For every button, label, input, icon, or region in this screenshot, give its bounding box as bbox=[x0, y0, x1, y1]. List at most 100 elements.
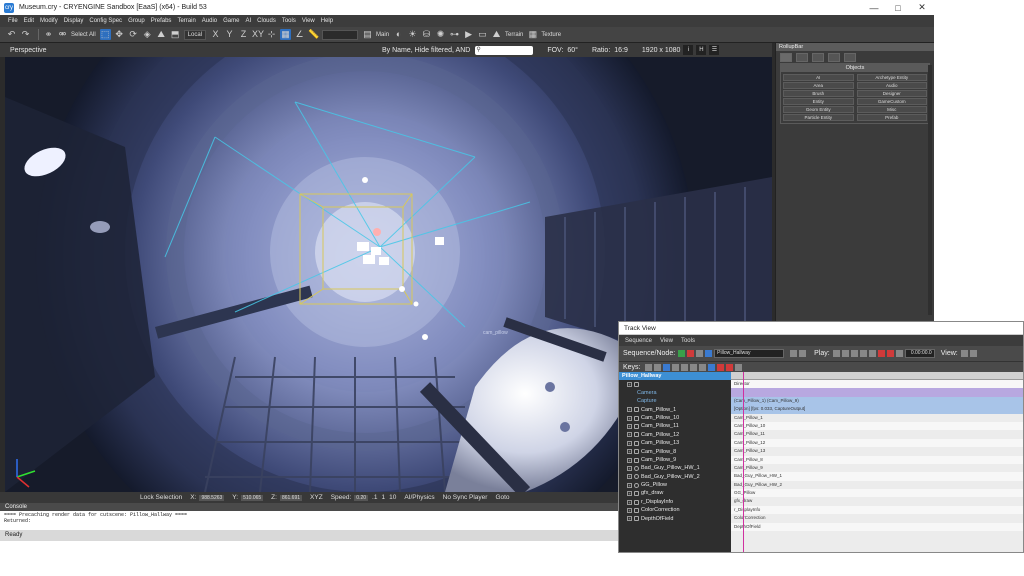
edit-sequence-icon[interactable] bbox=[696, 350, 704, 357]
track-row[interactable]: Bad_Guy_Pillow_HW_1 bbox=[731, 472, 1023, 481]
xyz-toggle[interactable]: XYZ bbox=[310, 494, 323, 501]
expand-icon[interactable]: + bbox=[627, 482, 632, 488]
tv-menu-sequence[interactable]: Sequence bbox=[625, 338, 652, 344]
particles-icon[interactable]: ✺ bbox=[435, 29, 446, 40]
menu-view[interactable]: View bbox=[302, 18, 315, 24]
tree-node[interactable]: + Cam_Pillow_11 bbox=[619, 422, 731, 430]
scale-keys-icon[interactable] bbox=[662, 363, 670, 371]
sequence-select[interactable]: Pillow_Hallway bbox=[714, 349, 785, 358]
menu-edit[interactable]: Edit bbox=[24, 18, 34, 24]
delete-key-icon[interactable] bbox=[680, 363, 688, 371]
track-row[interactable]: Cam_Pillow_12 bbox=[731, 438, 1023, 448]
select-all-label[interactable]: Select All bbox=[71, 32, 96, 38]
tree-node[interactable]: + r_DisplayInfo bbox=[619, 498, 731, 506]
tree-node[interactable]: Camera bbox=[619, 389, 731, 397]
ai-physics-button[interactable]: AI/Physics bbox=[404, 494, 434, 501]
view-curve-icon[interactable] bbox=[969, 350, 977, 357]
tick-icon[interactable] bbox=[725, 363, 733, 371]
layer-field[interactable] bbox=[322, 29, 359, 40]
resolution-value[interactable]: 1920 x 1080 bbox=[642, 47, 681, 54]
prefab-button[interactable]: Prefab bbox=[856, 114, 927, 121]
node-tree[interactable]: Pillow_Hallway + Camera Capture + Cam_Pillow_… bbox=[619, 372, 731, 552]
tree-node[interactable]: + Bad_Guy_Pillow_HW_1 bbox=[619, 464, 731, 472]
snap-icon[interactable]: ⊹ bbox=[266, 29, 277, 40]
audio-button[interactable]: Audio bbox=[856, 82, 927, 89]
snap-frame-icon[interactable] bbox=[716, 363, 724, 371]
terrain-icon[interactable]: ⛰ bbox=[491, 29, 502, 40]
select-tool-icon[interactable]: ⬚ bbox=[99, 29, 111, 40]
expand-icon[interactable]: + bbox=[627, 499, 632, 505]
objects-tab-icon[interactable] bbox=[780, 52, 792, 62]
expand-icon[interactable]: + bbox=[627, 424, 632, 430]
expand-icon[interactable]: + bbox=[627, 457, 632, 463]
menu-terrain[interactable]: Terrain bbox=[177, 18, 195, 24]
time-field[interactable]: 0.00:00.0 bbox=[904, 349, 935, 358]
grid-snap-icon[interactable]: ▦ bbox=[280, 29, 292, 40]
key-options-icon[interactable] bbox=[734, 363, 742, 371]
terrain-snap-icon[interactable]: ⛰ bbox=[156, 29, 167, 40]
menu-prefabs[interactable]: Prefabs bbox=[151, 18, 172, 24]
angle-snap-icon[interactable]: ∠ bbox=[294, 29, 305, 40]
lighting-icon[interactable]: ☀ bbox=[407, 29, 418, 40]
sequence-type-icon[interactable] bbox=[705, 350, 713, 357]
loop-icon[interactable] bbox=[895, 350, 903, 357]
material-icon[interactable]: ◐ bbox=[393, 29, 404, 40]
tree-node[interactable]: + Cam_Pillow_1 bbox=[619, 406, 731, 414]
objects-header[interactable]: Objects bbox=[781, 64, 929, 72]
fov-value[interactable]: 60° bbox=[567, 47, 578, 54]
tv-menu-tools[interactable]: Tools bbox=[681, 338, 695, 344]
modify-tab-icon[interactable] bbox=[796, 52, 808, 62]
coord-system-select[interactable]: Local bbox=[183, 29, 207, 40]
database-icon[interactable]: ⛁ bbox=[421, 29, 432, 40]
menu-group[interactable]: Group bbox=[128, 18, 145, 24]
console-icon[interactable]: ▭ bbox=[477, 29, 488, 40]
view-dopesheet-icon[interactable] bbox=[960, 350, 968, 357]
track-row[interactable]: [Option] [fps: 0.033, CaptureOutput] bbox=[731, 405, 1023, 414]
track-row[interactable]: GG_Pillow bbox=[731, 489, 1023, 498]
menu-clouds[interactable]: Clouds bbox=[257, 18, 276, 24]
add-node-icon[interactable] bbox=[790, 350, 798, 357]
viewport-search-input[interactable]: ⚲ bbox=[475, 45, 534, 55]
tree-node[interactable]: + Cam_Pillow_10 bbox=[619, 414, 731, 422]
slide-keys-icon[interactable] bbox=[653, 363, 661, 371]
track-row[interactable]: Director bbox=[731, 380, 1023, 389]
minimize-button[interactable]: — bbox=[862, 0, 886, 15]
menu-help[interactable]: Help bbox=[321, 18, 333, 24]
tv-menu-view[interactable]: View bbox=[660, 338, 673, 344]
scale-tool-icon[interactable]: ◈ bbox=[142, 29, 153, 40]
menu-ai[interactable]: AI bbox=[245, 18, 251, 24]
menu-audio[interactable]: Audio bbox=[202, 18, 217, 24]
menu-tools[interactable]: Tools bbox=[282, 18, 296, 24]
rotate-tool-icon[interactable]: ⟳ bbox=[128, 29, 139, 40]
ruler-icon[interactable]: 📏 bbox=[308, 29, 319, 40]
stop-icon[interactable] bbox=[859, 350, 867, 357]
tree-node[interactable]: + GG_Pillow bbox=[619, 481, 731, 489]
track-row[interactable]: gfx_draw bbox=[731, 497, 1023, 505]
speed-step-1[interactable]: 1 bbox=[381, 494, 385, 501]
no-sync-player-button[interactable]: No Sync Player bbox=[443, 494, 488, 501]
texture-icon[interactable]: ▦ bbox=[527, 29, 538, 40]
tree-node[interactable]: + Bad_Guy_Pillow_HW_2 bbox=[619, 473, 731, 481]
axis-z-button[interactable]: Z bbox=[238, 29, 249, 40]
snap-time-icon[interactable] bbox=[707, 363, 715, 371]
link-icon[interactable]: ⚭ bbox=[43, 29, 54, 40]
track-row[interactable]: ColorCorrection bbox=[731, 514, 1023, 522]
object-snap-icon[interactable]: ⬒ bbox=[170, 29, 181, 40]
flowgraph-icon[interactable]: ⊶ bbox=[449, 29, 460, 40]
dopesheet[interactable]: Director (Cam_Pillow_1) (Cam_Pillow_9) [Op… bbox=[731, 372, 1023, 552]
expand-icon[interactable]: + bbox=[627, 407, 632, 413]
display-tab-icon[interactable] bbox=[828, 52, 840, 62]
gamecustom-button[interactable]: GameCustom bbox=[856, 98, 927, 105]
expand-icon[interactable]: + bbox=[627, 415, 632, 421]
brush-tab-icon[interactable] bbox=[812, 52, 824, 62]
add-key-icon[interactable] bbox=[671, 363, 679, 371]
designer-button[interactable]: Designer bbox=[856, 90, 927, 97]
expand-icon[interactable]: + bbox=[627, 449, 632, 455]
x-coord-field[interactable]: 988.5263 bbox=[199, 494, 225, 501]
texture-button[interactable]: Texture bbox=[541, 32, 561, 38]
viewport-menu-button[interactable]: ☰ bbox=[709, 45, 720, 55]
speed-field[interactable]: 0.20 bbox=[354, 494, 369, 501]
speed-step-10[interactable]: 10 bbox=[389, 494, 396, 501]
particle-entity-button[interactable]: Particle Entity bbox=[783, 114, 854, 121]
auto-record-icon[interactable] bbox=[886, 350, 894, 357]
